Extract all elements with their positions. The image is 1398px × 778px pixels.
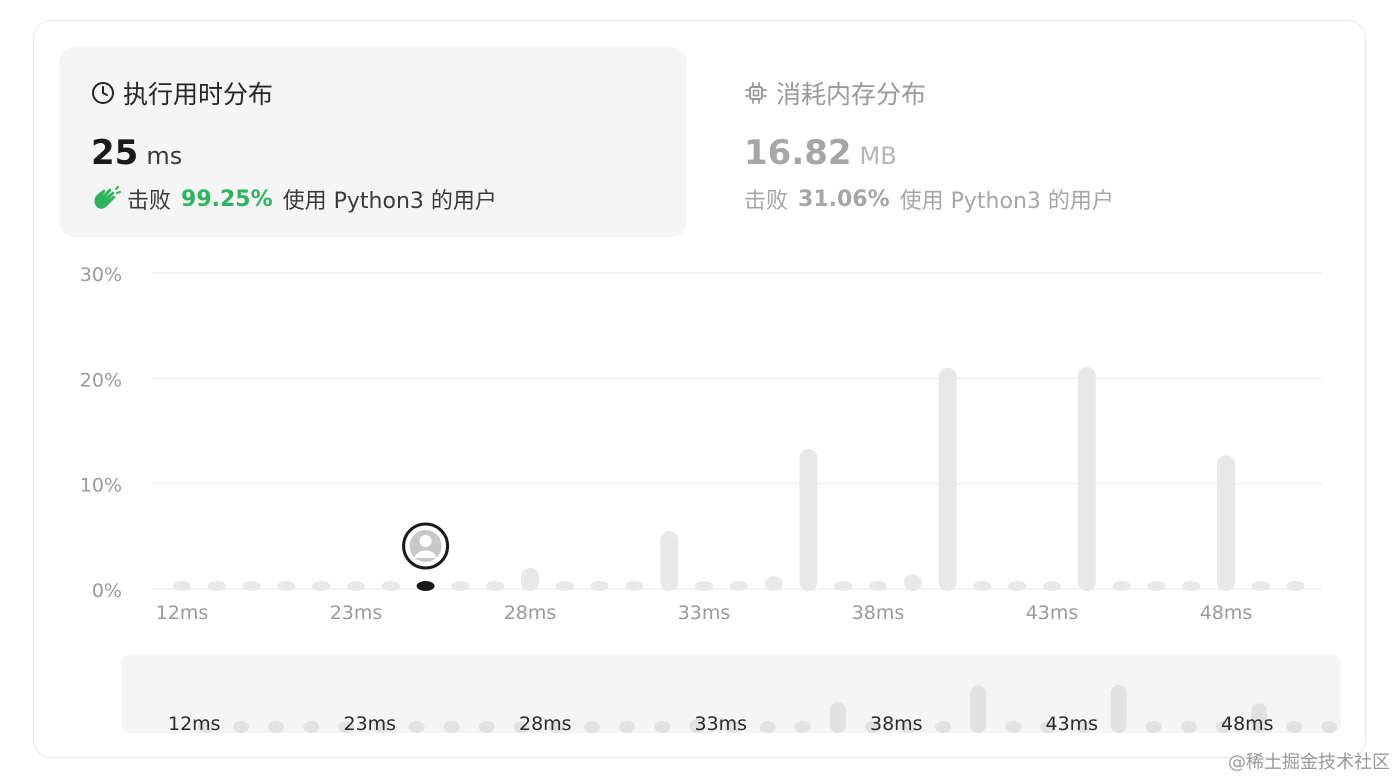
- chart-bar[interactable]: [555, 581, 574, 591]
- overview-bar: [794, 721, 811, 733]
- watermark: @稀土掘金技术社区: [1228, 752, 1390, 773]
- chart-bar[interactable]: [451, 581, 470, 591]
- chart-bar[interactable]: [1077, 366, 1096, 591]
- x-tick-label: 43ms: [1026, 602, 1079, 624]
- chart-bar[interactable]: [1147, 581, 1166, 591]
- x-tick-label: 23ms: [330, 602, 383, 624]
- y-tick-label: 0%: [92, 580, 122, 602]
- chart-bar[interactable]: [521, 567, 539, 591]
- overview-tick-label: 28ms: [519, 713, 572, 735]
- overview-tick-label: 43ms: [1046, 713, 1099, 735]
- overview-bar: [935, 721, 952, 733]
- chart-bar[interactable]: [312, 581, 331, 591]
- chart-bar[interactable]: [1043, 581, 1061, 591]
- x-tick-label: 28ms: [504, 602, 557, 624]
- overview-bar: [1145, 721, 1162, 733]
- chart-bar[interactable]: [590, 581, 609, 591]
- runtime-distribution-chart[interactable]: 0% 10% 20% 30% 12ms 23ms 28ms 33ms 38ms 43ms 48ms 1…: [34, 21, 1367, 759]
- overview-bar: [1005, 721, 1022, 733]
- overview-bar: [1110, 685, 1127, 733]
- chart-bar[interactable]: [242, 581, 261, 591]
- overview-bar: [478, 721, 495, 733]
- chart-bar[interactable]: [660, 531, 679, 591]
- chart-bar[interactable]: [869, 581, 887, 591]
- chart-bar[interactable]: [938, 367, 957, 591]
- chart-bar[interactable]: [1217, 455, 1235, 591]
- chart-bar[interactable]: [1008, 581, 1027, 591]
- chart-bar[interactable]: [1286, 581, 1305, 591]
- chart-bar[interactable]: [625, 581, 644, 591]
- solution-stats-card: 执行用时分布 25 ms 击败 99.25% 使用 Python3 的用户 消耗…: [33, 20, 1366, 758]
- overview-bar: [829, 702, 846, 733]
- overview-bar: [408, 721, 425, 733]
- x-tick-label: 33ms: [678, 602, 731, 624]
- overview-tick-label: 38ms: [870, 713, 923, 735]
- y-tick-label: 10%: [80, 475, 122, 497]
- overview-bar: [1180, 721, 1197, 733]
- x-tick-label: 38ms: [852, 602, 905, 624]
- chart-bar[interactable]: [347, 581, 365, 591]
- chart-bar[interactable]: [486, 581, 505, 591]
- chart-bar[interactable]: [729, 581, 748, 591]
- chart-bar[interactable]: [207, 581, 226, 591]
- avatar-head: [419, 535, 432, 547]
- chart-bar[interactable]: [1251, 581, 1270, 591]
- overview-bar: [233, 721, 250, 733]
- overview-bar: [970, 685, 987, 733]
- chart-bar[interactable]: [764, 576, 783, 591]
- overview-bar: [619, 721, 636, 733]
- overview-bar: [443, 721, 460, 733]
- chart-bar[interactable]: [277, 581, 296, 591]
- chart-bar[interactable]: [973, 581, 992, 591]
- chart-bar[interactable]: [1112, 581, 1131, 591]
- chart-bar[interactable]: [834, 581, 853, 591]
- chart-bar[interactable]: [1182, 581, 1201, 591]
- x-tick-label: 48ms: [1200, 602, 1253, 624]
- overview-tick-label: 48ms: [1221, 713, 1274, 735]
- x-tick-label: 12ms: [156, 602, 209, 624]
- chart-bar[interactable]: [416, 581, 435, 591]
- overview-bar: [1321, 721, 1338, 733]
- overview-bar: [303, 721, 320, 733]
- overview-bar: [654, 721, 671, 733]
- chart-bar[interactable]: [695, 581, 713, 591]
- overview-bar: [1286, 721, 1303, 733]
- overview-bar: [584, 721, 601, 733]
- overview-tick-label: 33ms: [695, 713, 748, 735]
- y-tick-label: 30%: [80, 264, 122, 286]
- chart-bar[interactable]: [173, 581, 191, 591]
- overview-tick-label: 23ms: [344, 713, 397, 735]
- overview-bar: [268, 721, 285, 733]
- chart-bar[interactable]: [799, 448, 818, 591]
- overview-tick-label: 12ms: [168, 713, 221, 735]
- y-tick-label: 20%: [80, 369, 122, 391]
- chart-bar[interactable]: [903, 574, 922, 591]
- chart-bar[interactable]: [381, 581, 400, 591]
- overview-bar: [759, 721, 776, 733]
